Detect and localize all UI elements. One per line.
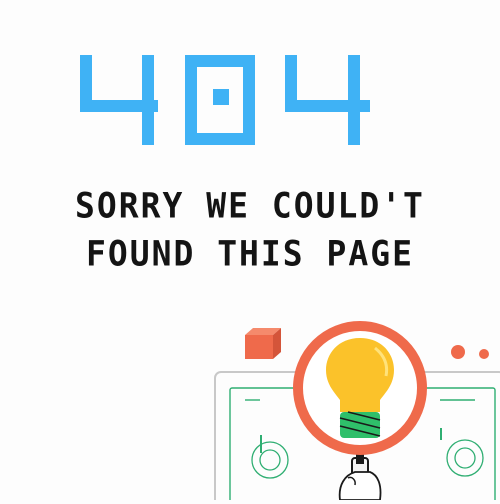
digit-4b-right-stroke <box>348 55 360 145</box>
target-circles-left <box>251 441 289 479</box>
hand-illustration <box>338 471 382 501</box>
not-found-page: 404 SORRY WE COULD'T FOUND THIS PAGE <box>0 0 500 504</box>
error-code-graphic <box>80 55 370 145</box>
error-code: 404 <box>80 55 370 145</box>
digit-0-center-square <box>213 89 229 105</box>
error-message-line-1: SORRY WE COULD'T <box>75 185 425 226</box>
cube-icon <box>245 328 281 359</box>
dot-decoration <box>451 345 465 359</box>
dot-decoration-small <box>479 349 489 359</box>
target-circles-right <box>446 439 484 477</box>
digit-4-right-stroke <box>142 55 154 145</box>
search-illustration <box>200 320 500 504</box>
error-message-line-2: FOUND THIS PAGE <box>85 233 414 274</box>
